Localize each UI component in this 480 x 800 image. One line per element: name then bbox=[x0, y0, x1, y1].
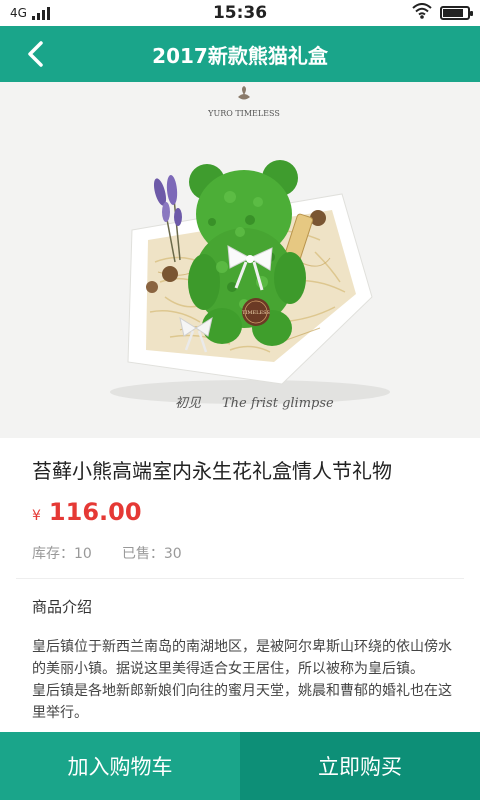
status-left: 4G bbox=[10, 6, 50, 20]
wifi-icon bbox=[412, 3, 432, 23]
price-row: ¥ 116.00 bbox=[32, 498, 142, 526]
add-to-cart-button[interactable]: 加入购物车 bbox=[0, 732, 240, 800]
bottom-action-bar: 加入购物车 立即购买 bbox=[0, 732, 480, 800]
chevron-left-icon bbox=[28, 41, 43, 67]
description-paragraph: 皇后镇位于新西兰南岛的南湖地区，是被阿尔卑斯山环绕的依山傍水的美丽小镇。据说这里… bbox=[32, 639, 452, 677]
svg-text:TIMELESS: TIMELESS bbox=[242, 310, 270, 316]
title-bar: 2017新款熊猫礼盒 bbox=[0, 26, 480, 82]
currency-symbol: ¥ bbox=[32, 508, 41, 524]
product-image[interactable]: YURO TIMELESS TIMELESS 初见 The frist glim… bbox=[0, 82, 480, 438]
stock-count: 库存：10 bbox=[32, 546, 92, 562]
description-title: 商品介绍 bbox=[32, 598, 93, 616]
stock-row: 库存：10 已售：30 bbox=[32, 543, 182, 563]
page-title: 2017新款熊猫礼盒 bbox=[152, 43, 328, 68]
caption-cn: 初见 bbox=[175, 396, 202, 411]
network-type: 4G bbox=[10, 6, 27, 20]
caption-en: The frist glimpse bbox=[222, 396, 334, 411]
description-paragraph: 皇后镇是各地新郎新娘们向往的蜜月天堂，姚晨和曹郁的婚礼也在这里举行。 bbox=[32, 683, 452, 721]
battery-icon bbox=[440, 6, 473, 20]
signal-icon bbox=[31, 6, 50, 20]
brand-text: YURO TIMELESS bbox=[207, 109, 280, 118]
status-time: 15:36 bbox=[212, 3, 268, 23]
status-bar: 4G 15:36 bbox=[0, 0, 480, 26]
buy-now-button[interactable]: 立即购买 bbox=[240, 732, 480, 800]
sold-count: 已售：30 bbox=[121, 546, 182, 562]
status-right bbox=[412, 3, 473, 23]
back-button[interactable] bbox=[16, 34, 56, 74]
product-name: 苔藓小熊高端室内永生花礼盒情人节礼物 bbox=[32, 459, 392, 483]
divider bbox=[16, 578, 464, 579]
description-text: 皇后镇位于新西兰南岛的南湖地区，是被阿尔卑斯山环绕的依山傍水的美丽小镇。据说这里… bbox=[32, 636, 456, 732]
price-value: 116.00 bbox=[48, 498, 142, 526]
